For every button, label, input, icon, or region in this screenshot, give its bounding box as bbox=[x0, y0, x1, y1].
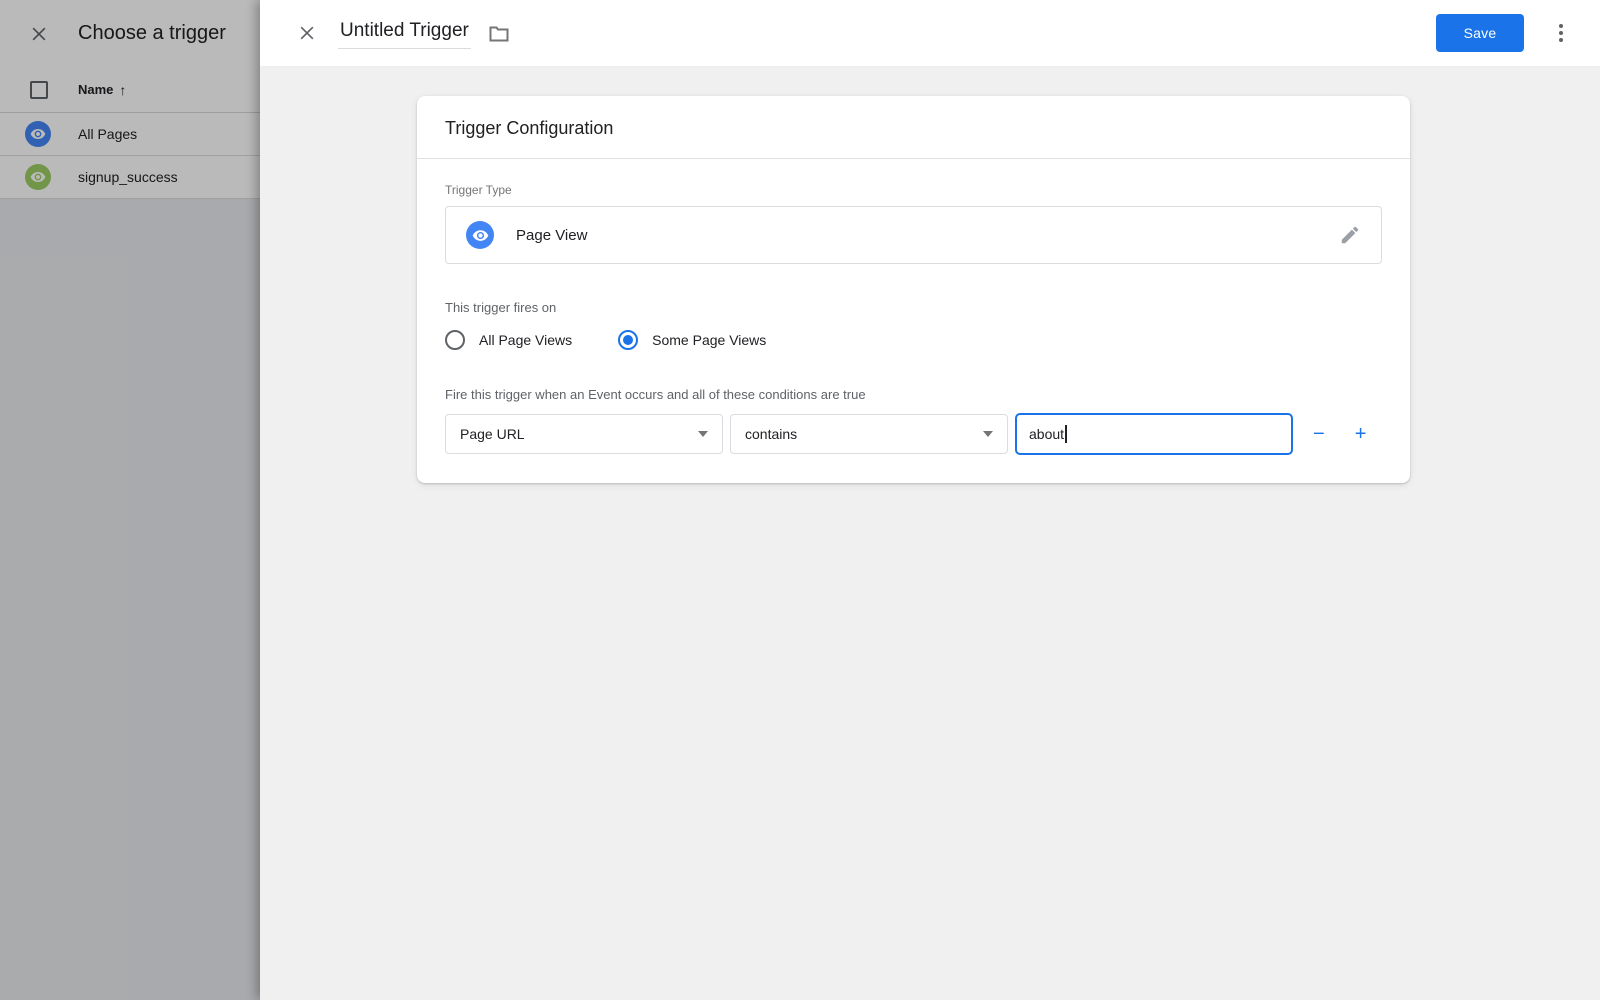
trigger-editor-panel: Untitled Trigger Save Trigger Configurat… bbox=[260, 0, 1600, 1000]
trigger-picker-sidebar: Choose a trigger Name ↑ All Pages signup… bbox=[0, 0, 260, 1000]
trigger-type-label: Trigger Type bbox=[445, 183, 512, 197]
pageview-eye-icon bbox=[466, 221, 494, 249]
remove-condition-button[interactable]: − bbox=[1307, 420, 1331, 448]
conditions-label: Fire this trigger when an Event occurs a… bbox=[445, 387, 866, 402]
edit-pencil-icon[interactable] bbox=[1337, 222, 1363, 248]
radio-unselected-icon bbox=[445, 330, 465, 350]
modal-scrim[interactable] bbox=[0, 0, 260, 1000]
trigger-title-field[interactable]: Untitled Trigger bbox=[338, 18, 471, 49]
card-title: Trigger Configuration bbox=[445, 118, 614, 138]
more-options-icon[interactable] bbox=[1548, 18, 1574, 48]
radio-some-page-views[interactable]: Some Page Views bbox=[618, 330, 766, 350]
save-button[interactable]: Save bbox=[1436, 14, 1524, 52]
close-editor-icon[interactable] bbox=[294, 20, 320, 46]
fires-on-label: This trigger fires on bbox=[445, 300, 557, 315]
trigger-configuration-card: Trigger Configuration Trigger Type Page … bbox=[417, 96, 1410, 483]
radio-selected-icon bbox=[618, 330, 639, 350]
variable-select[interactable]: Page URL bbox=[445, 414, 723, 454]
trigger-type-value: Page View bbox=[516, 226, 588, 244]
card-header: Trigger Configuration bbox=[417, 96, 1410, 159]
chevron-down-icon bbox=[983, 431, 993, 437]
chevron-down-icon bbox=[698, 431, 708, 437]
operator-select[interactable]: contains bbox=[730, 414, 1008, 454]
radio-all-page-views[interactable]: All Page Views bbox=[445, 330, 572, 350]
editor-topbar: Untitled Trigger Save bbox=[260, 0, 1600, 67]
folder-icon[interactable] bbox=[485, 19, 513, 47]
trigger-type-box[interactable]: Page View bbox=[445, 206, 1382, 264]
condition-value-input[interactable]: about bbox=[1015, 413, 1293, 455]
text-cursor bbox=[1065, 425, 1067, 443]
add-condition-button[interactable]: + bbox=[1349, 420, 1373, 448]
